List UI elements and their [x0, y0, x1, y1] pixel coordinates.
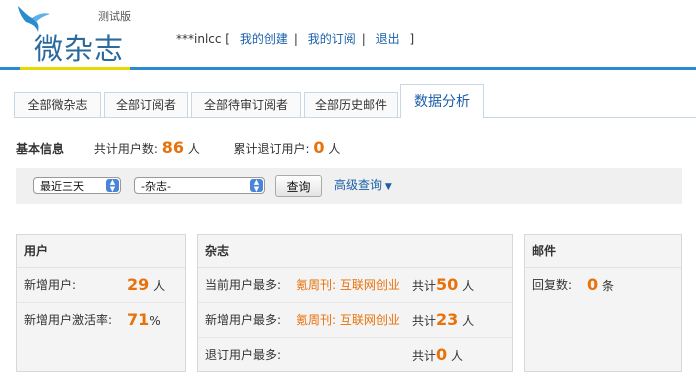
magazine-panel-title: 杂志 [198, 235, 512, 268]
my-subscriptions-link[interactable]: 我的订阅 [308, 32, 356, 46]
magazine-row-label: 新增用户最多: [205, 313, 282, 327]
new-users-stat: 29 人 [127, 268, 165, 303]
tab-bar: 全部微杂志 全部订阅者 全部待审订阅者 全部历史邮件 数据分析 [14, 84, 696, 118]
select-arrows-icon: ▲ ▼ [106, 179, 119, 192]
magazine-row-value: 23 [436, 310, 459, 329]
magazine-row-unit: 人 [450, 349, 463, 363]
mail-panel-title: 邮件 [525, 235, 681, 268]
users-panel: 用户 新增用户: 29 人 新增用户激活率: 71% [16, 234, 186, 372]
users-panel-title: 用户 [17, 235, 185, 268]
magazine-select[interactable]: -杂志- ▲ ▼ [134, 177, 265, 194]
username: ***inlcc [176, 32, 222, 46]
select-arrows-icon: ▲ ▼ [250, 179, 263, 192]
magazine-row-unit: 人 [462, 314, 475, 328]
unsub-label: 累计退订用户: [233, 142, 310, 156]
total-users-unit: 人 [187, 142, 200, 156]
bracket-open: [ [225, 32, 230, 46]
advanced-query-label: 高级查询 [334, 178, 383, 192]
tab-all-subscribers[interactable]: 全部订阅者 [104, 92, 188, 117]
period-select-value: 最近三天 [40, 180, 84, 193]
header: 微杂志 测试版 ***inlcc [ 我的创建 | 我的订阅 | 退出 ] [0, 0, 696, 70]
beta-tag: 测试版 [98, 10, 131, 23]
basic-info: 基本信息 共计用户数: 86 人 累计退订用户: 0 人 [16, 138, 340, 157]
magazine-row: 新增用户最多: 氪周刊: 互联网创业 共计23 人 [198, 303, 512, 338]
query-button[interactable]: 查询 [275, 175, 322, 197]
tab-mail-history[interactable]: 全部历史邮件 [304, 92, 398, 117]
advanced-query-link[interactable]: 高级查询 ▼ [334, 176, 392, 193]
magazine-name-link[interactable]: 氪周刊: 互联网创业 [296, 268, 400, 302]
magazine-row-value: 0 [436, 345, 448, 364]
period-select[interactable]: 最近三天 ▲ ▼ [33, 177, 121, 194]
mail-panel: 邮件 回复数: 0 条 [524, 234, 682, 372]
new-users-unit: 人 [153, 279, 166, 293]
magazine-name-link[interactable]: 氪周刊: 互联网创业 [296, 303, 400, 337]
replies-value: 0 [587, 275, 599, 294]
activation-row: 新增用户激活率: 71% [17, 303, 185, 337]
magazine-row-prefix: 共计 [412, 314, 437, 328]
new-users-value: 29 [127, 275, 150, 294]
magazine-row-stat: 共计0 人 [412, 338, 463, 373]
magazine-row-prefix: 共计 [412, 349, 437, 363]
tab-pending-subscribers[interactable]: 全部待审订阅者 [191, 92, 301, 117]
user-bar: ***inlcc [ 我的创建 | 我的订阅 | 退出 ] [176, 30, 414, 47]
replies-row: 回复数: 0 条 [525, 268, 681, 302]
filter-bar: 最近三天 ▲ ▼ -杂志- ▲ ▼ 查询 高级查询 ▼ [16, 168, 682, 204]
separator: | [361, 32, 366, 46]
magazine-row-stat: 共计23 人 [412, 303, 474, 338]
my-created-link[interactable]: 我的创建 [240, 32, 288, 46]
logo-text: 微杂志 [34, 32, 125, 66]
activation-unit: % [149, 314, 161, 328]
magazine-row-prefix: 共计 [412, 279, 437, 293]
tab-all-magazines[interactable]: 全部微杂志 [14, 92, 101, 117]
unsub-unit: 人 [328, 142, 341, 156]
new-users-row: 新增用户: 29 人 [17, 268, 185, 303]
bracket-close: ] [409, 32, 415, 46]
magazine-row: 当前用户最多: 氪周刊: 互联网创业 共计50 人 [198, 268, 512, 303]
magazine-row-unit: 人 [462, 279, 475, 293]
replies-label: 回复数: [532, 278, 573, 292]
unsub-value: 0 [313, 138, 325, 157]
activation-stat: 71% [127, 303, 161, 338]
basic-info-title: 基本信息 [16, 142, 65, 156]
magazine-panel: 杂志 当前用户最多: 氪周刊: 互联网创业 共计50 人 新增用户最多: 氪周刊… [197, 234, 513, 372]
logo[interactable]: 微杂志 测试版 [14, 4, 134, 66]
replies-unit: 条 [601, 279, 614, 293]
caret-down-icon: ▼ [382, 182, 392, 192]
magazine-row: 退订用户最多: 共计0 人 [198, 338, 512, 372]
new-users-label: 新增用户: [24, 278, 77, 292]
activation-value: 71 [127, 310, 150, 329]
magazine-select-value: -杂志- [141, 180, 171, 193]
magazine-row-stat: 共计50 人 [412, 268, 474, 303]
replies-stat: 0 条 [587, 268, 614, 303]
total-users-label: 共计用户数: [93, 142, 158, 156]
magazine-row-label: 当前用户最多: [205, 278, 282, 292]
total-users-value: 86 [161, 138, 184, 157]
tab-data-analysis[interactable]: 数据分析 [400, 84, 484, 118]
separator: | [293, 32, 298, 46]
logout-link[interactable]: 退出 [376, 32, 400, 46]
magazine-row-label: 退订用户最多: [205, 348, 282, 362]
header-accent-line [20, 67, 130, 70]
magazine-row-value: 50 [436, 275, 459, 294]
activation-label: 新增用户激活率: [24, 313, 113, 327]
